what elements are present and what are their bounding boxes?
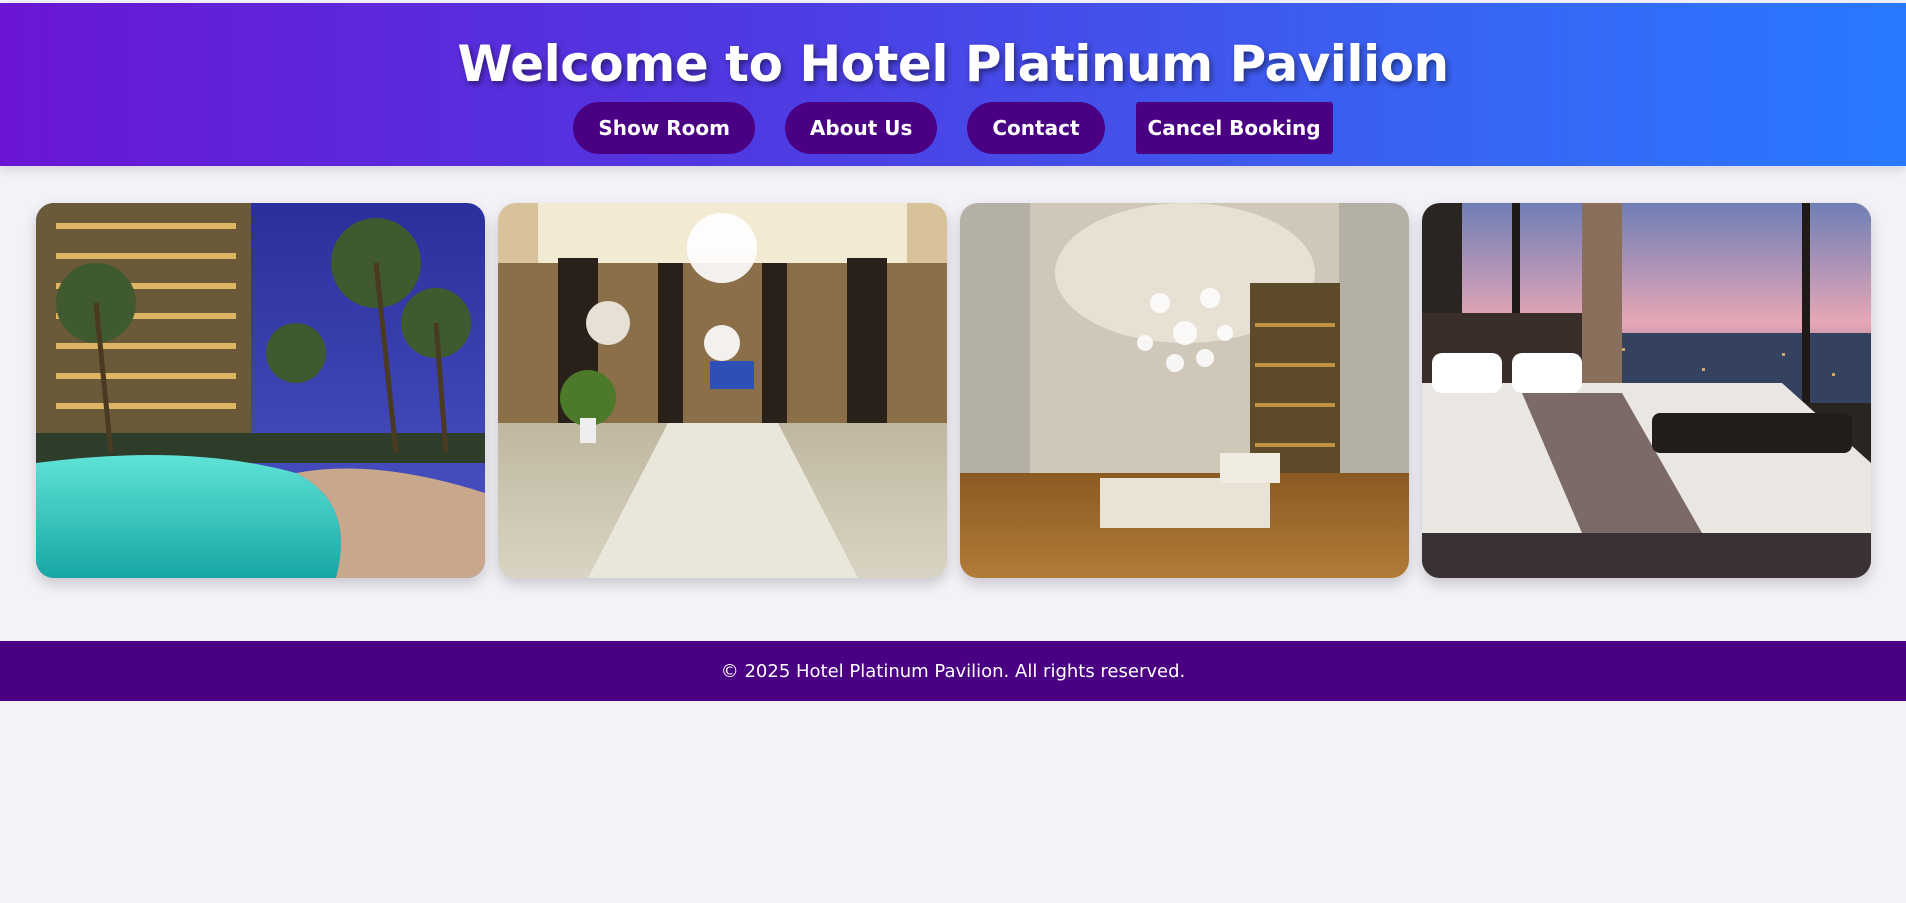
copyright-text: © 2025 Hotel Platinum Pavilion. All righ…: [720, 660, 1186, 682]
lounge-image: [960, 203, 1409, 578]
site-footer: © 2025 Hotel Platinum Pavilion. All righ…: [0, 641, 1906, 701]
pool-image-graphic: [36, 203, 485, 578]
bedroom-image: [1422, 203, 1871, 578]
page-title: Welcome to Hotel Platinum Pavilion: [457, 35, 1449, 93]
photo-gallery: [36, 203, 1871, 578]
about-us-button[interactable]: About Us: [784, 101, 938, 154]
bedroom-image-graphic: [1422, 203, 1871, 578]
contact-button[interactable]: Contact: [967, 101, 1105, 154]
pool-image: [36, 203, 485, 578]
cancel-booking-button[interactable]: Cancel Booking: [1135, 101, 1333, 154]
main-nav: Show Room About Us Contact Cancel Bookin…: [0, 101, 1906, 154]
site-header: Welcome to Hotel Platinum Pavilion Show …: [0, 3, 1906, 166]
lobby-image-graphic: [498, 203, 947, 578]
show-room-button[interactable]: Show Room: [573, 101, 755, 154]
lobby-image: [498, 203, 947, 578]
lounge-image-graphic: [960, 203, 1409, 578]
